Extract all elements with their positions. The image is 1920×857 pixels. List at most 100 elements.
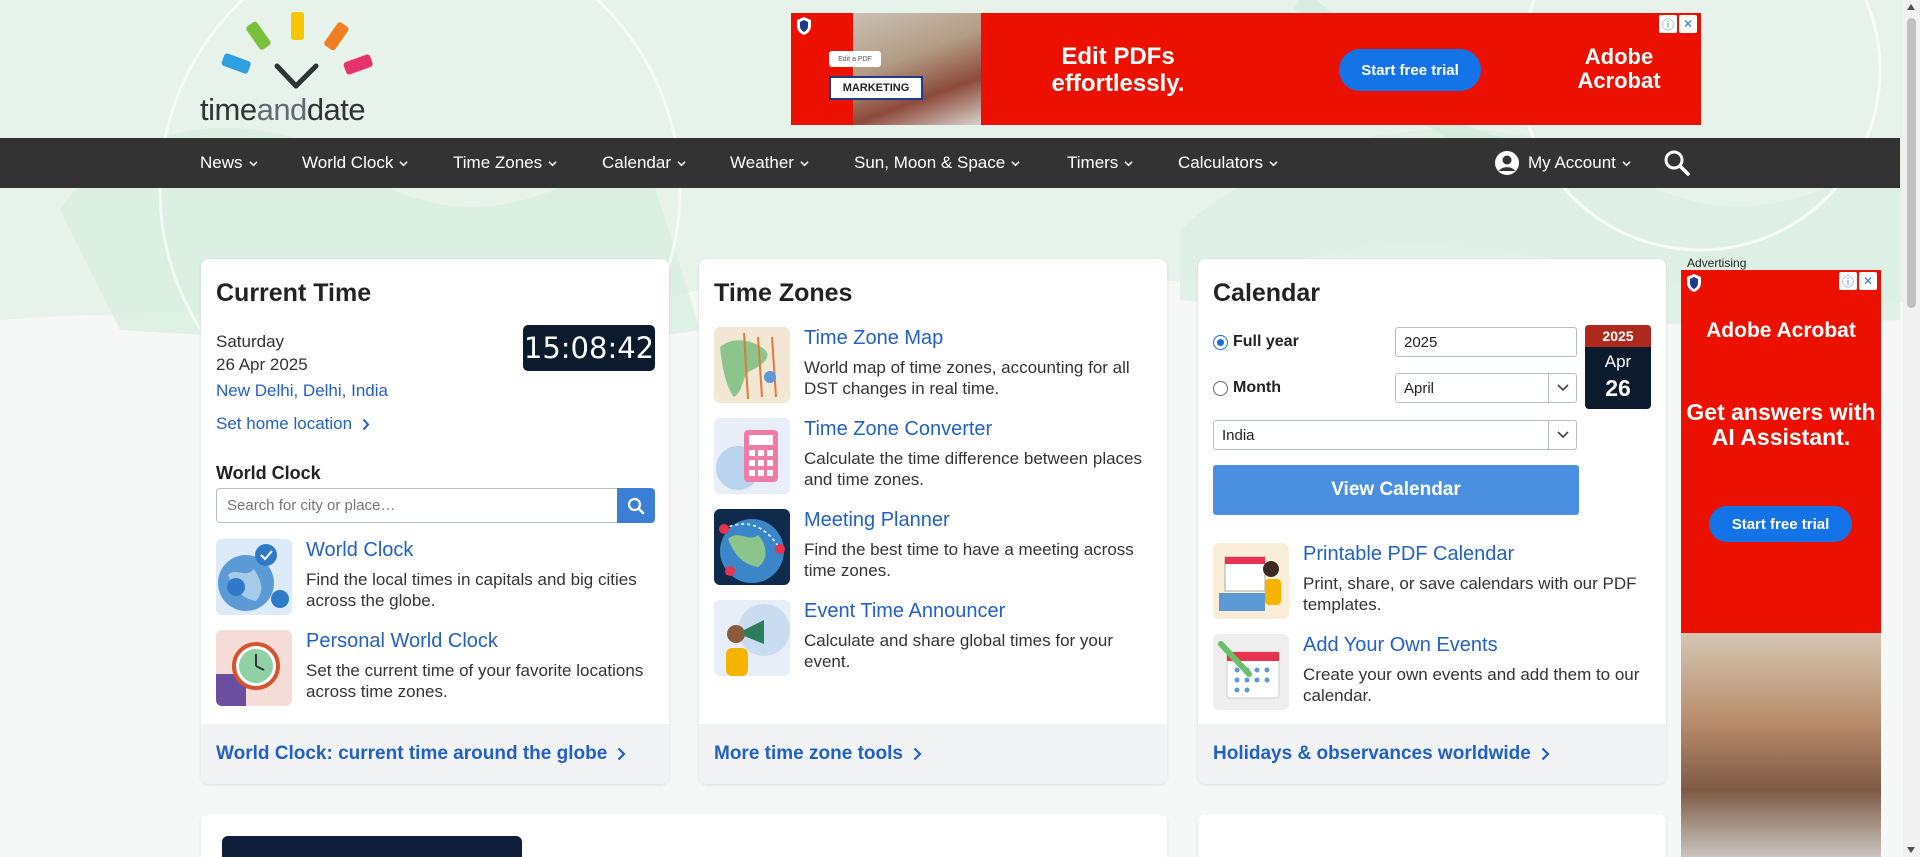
logo-wordmark: timeanddate: [200, 92, 366, 127]
top-banner-ad[interactable]: Edit a PDF MARKETING Edit PDFs effortles…: [791, 13, 1701, 125]
nav-news[interactable]: News: [200, 138, 258, 188]
featured-image: [222, 836, 522, 857]
chevron-down-icon: [1548, 421, 1576, 449]
chevron-down-icon: [1124, 160, 1133, 166]
card-footer: More time zone tools: [699, 724, 1167, 784]
city-search-input[interactable]: [216, 488, 618, 523]
chevron-down-icon: [1011, 160, 1020, 166]
ad-close-icon[interactable]: ✕: [1679, 15, 1697, 33]
ad-cta-button[interactable]: Start free trial: [1709, 506, 1852, 542]
holidays-footer-link[interactable]: Holidays & observances worldwide: [1213, 743, 1550, 765]
ad-info-icon[interactable]: ⓘ: [1839, 272, 1857, 290]
calculator-thumbnail-icon: [714, 418, 790, 494]
ad-photo-tag: MARKETING: [829, 76, 923, 100]
set-home-location-link[interactable]: Set home location: [216, 414, 370, 434]
nav-calculators[interactable]: Calculators: [1178, 138, 1278, 188]
ad-close-icon[interactable]: ✕: [1859, 272, 1877, 290]
search-icon: [627, 497, 645, 514]
city-search-button[interactable]: [617, 488, 655, 523]
shield-icon: [797, 17, 811, 35]
personal-world-clock-thumbnail-icon: [216, 630, 292, 706]
globe-thumbnail-icon: [714, 509, 790, 585]
nav-world-clock[interactable]: World Clock: [302, 138, 408, 188]
digital-clock: 15:08:42: [523, 325, 655, 371]
tool-title[interactable]: Add Your Own Events: [1303, 634, 1498, 657]
chevron-down-icon: [1548, 374, 1576, 402]
full-year-radio[interactable]: Full year: [1213, 333, 1299, 351]
world-clock-footer-link[interactable]: World Clock: current time around the glo…: [216, 743, 626, 765]
chevron-down-icon: [800, 160, 809, 166]
current-time-card: Current Time Saturday 26 Apr 2025 New De…: [201, 259, 669, 784]
tool-add-your-own-events[interactable]: Add Your Own Events Create your own even…: [1213, 634, 1653, 714]
nav-weather[interactable]: Weather: [730, 138, 809, 188]
chevron-down-icon: [677, 160, 686, 166]
tool-description: Set the current time of your favorite lo…: [306, 661, 644, 701]
site-logo[interactable]: timeanddate: [200, 12, 400, 127]
radio-selected: [1213, 334, 1228, 350]
tool-description: Find the best time to have a meeting acr…: [804, 540, 1134, 580]
scroll-down-arrow-icon[interactable]: [1907, 847, 1915, 853]
tool-title[interactable]: Personal World Clock: [306, 630, 498, 653]
chevron-down-icon: [248, 160, 258, 166]
ad-brand: Adobe Acrobat: [1577, 44, 1661, 93]
tool-time-zone-map[interactable]: Time Zone Map World map of time zones, a…: [714, 327, 1154, 407]
tool-title[interactable]: Meeting Planner: [804, 509, 950, 532]
nav-time-zones[interactable]: Time Zones: [453, 138, 557, 188]
advertising-label: Advertising: [1687, 256, 1747, 270]
ad-cta-button[interactable]: Start free trial: [1339, 49, 1481, 91]
tool-personal-world-clock[interactable]: Personal World Clock Set the current tim…: [216, 630, 656, 710]
tool-world-clock[interactable]: World Clock Find the local times in capi…: [216, 539, 656, 619]
tool-time-zone-converter[interactable]: Time Zone Converter Calculate the time d…: [714, 418, 1154, 498]
tool-title[interactable]: Time Zone Map: [804, 327, 943, 350]
view-calendar-button[interactable]: View Calendar: [1213, 465, 1579, 515]
logo-mark-icon: [221, 12, 373, 89]
secondary-card: [1198, 814, 1666, 857]
card-title: Current Time: [216, 279, 372, 307]
tool-description: Print, share, or save calendars with our…: [1303, 574, 1637, 614]
year-input[interactable]: 2025: [1395, 327, 1577, 357]
tool-description: Create your own events and add them to o…: [1303, 665, 1640, 705]
tool-description: Find the local times in capitals and big…: [306, 570, 637, 610]
month-radio[interactable]: Month: [1213, 379, 1281, 397]
ad-photo: [853, 13, 981, 125]
side-banner-ad[interactable]: ⓘ ✕ Adobe Acrobat Get answers with AI As…: [1681, 270, 1881, 857]
tool-printable-pdf-calendar[interactable]: Printable PDF Calendar Print, share, or …: [1213, 543, 1653, 623]
tool-description: Calculate the time difference between pl…: [804, 449, 1142, 489]
world-clock-search-label: World Clock: [216, 463, 321, 483]
current-location-link[interactable]: New Delhi, Delhi, India: [216, 381, 388, 401]
scroll-up-arrow-icon[interactable]: [1907, 4, 1915, 10]
nav-timers[interactable]: Timers: [1067, 138, 1133, 188]
tool-title[interactable]: Event Time Announcer: [804, 600, 1005, 623]
month-select[interactable]: April: [1395, 373, 1577, 403]
featured-card: [201, 814, 1167, 857]
current-date: 26 Apr 2025: [216, 355, 308, 374]
megaphone-thumbnail-icon: [714, 600, 790, 676]
nav-calendar[interactable]: Calendar: [602, 138, 686, 188]
more-time-zone-tools-link[interactable]: More time zone tools: [714, 743, 922, 765]
page-scrollbar[interactable]: [1903, 0, 1920, 857]
scrollbar-thumb[interactable]: [1907, 18, 1916, 308]
chevron-right-icon: [1541, 747, 1550, 761]
card-title: Time Zones: [714, 279, 853, 307]
nav-sun-moon-space[interactable]: Sun, Moon & Space: [854, 138, 1020, 188]
chevron-down-icon: [1269, 160, 1278, 166]
chevron-down-icon: [548, 160, 557, 166]
card-footer: Holidays & observances worldwide: [1198, 724, 1666, 784]
ad-headline: Get answers with AI Assistant.: [1686, 399, 1876, 450]
time-zone-map-thumbnail-icon: [714, 327, 790, 403]
user-avatar-icon: [1495, 151, 1519, 175]
tool-title[interactable]: World Clock: [306, 539, 413, 562]
tool-title[interactable]: Time Zone Converter: [804, 418, 992, 441]
tool-meeting-planner[interactable]: Meeting Planner Find the best time to ha…: [714, 509, 1154, 589]
card-footer: World Clock: current time around the glo…: [201, 724, 669, 784]
chevron-down-icon: [399, 160, 408, 166]
calendar-date-icon: 2025 Apr 26: [1585, 325, 1651, 409]
tool-title[interactable]: Printable PDF Calendar: [1303, 543, 1514, 566]
tool-description: Calculate and share global times for you…: [804, 631, 1113, 671]
ad-info-icon[interactable]: ⓘ: [1659, 15, 1677, 33]
search-icon[interactable]: [1663, 149, 1691, 177]
ad-headline: Edit PDFs effortlessly.: [1051, 43, 1185, 97]
nav-my-account[interactable]: My Account: [1494, 138, 1631, 188]
country-select[interactable]: India: [1213, 420, 1577, 450]
tool-event-time-announcer[interactable]: Event Time Announcer Calculate and share…: [714, 600, 1154, 680]
